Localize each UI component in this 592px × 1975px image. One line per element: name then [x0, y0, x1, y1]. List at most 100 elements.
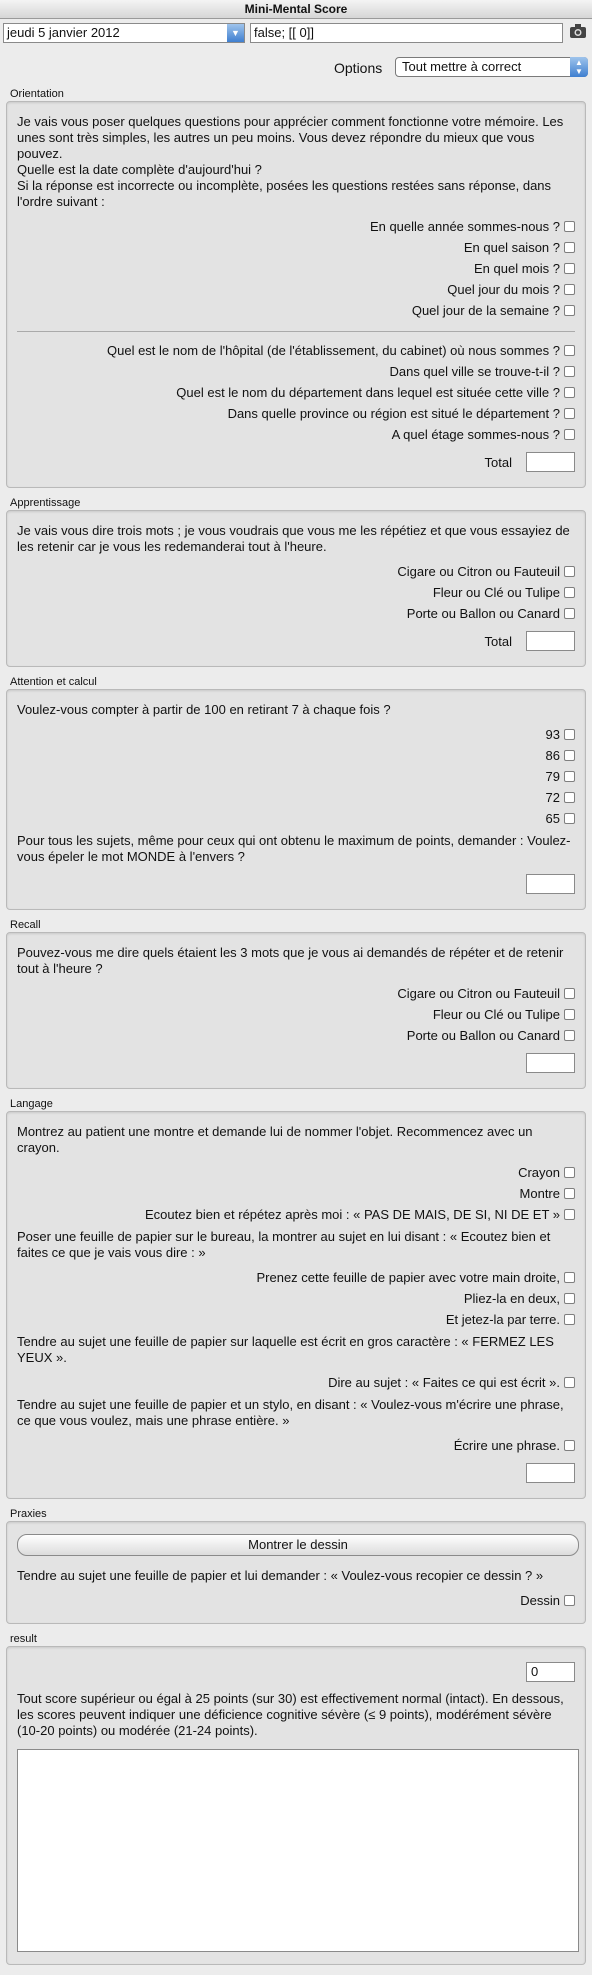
- praxies-intro: Tendre au sujet une feuille de papier et…: [17, 1568, 544, 1583]
- word-label: Fleur ou Clé ou Tulipe: [432, 1006, 560, 1022]
- value-field[interactable]: false; [[ 0]]: [250, 23, 563, 43]
- question-row: Quel est le nom de l'hôpital (de l'établ…: [17, 340, 575, 361]
- total-row: Total: [17, 449, 575, 475]
- date-picker[interactable]: jeudi 5 janvier 2012 ▼: [3, 23, 245, 43]
- calc-checkbox[interactable]: [564, 813, 575, 824]
- task-row: Écrire une phrase.: [17, 1435, 575, 1456]
- total-row: Total: [17, 628, 575, 654]
- calc-label: 79: [545, 768, 560, 784]
- question-checkbox[interactable]: [564, 387, 575, 398]
- calc-label: 65: [545, 810, 560, 826]
- monde-instruction: Pour tous les sujets, même pour ceux qui…: [17, 833, 571, 864]
- camera-icon[interactable]: [568, 23, 588, 43]
- score-field[interactable]: 0: [526, 1662, 575, 1682]
- options-select[interactable]: Tout mettre à correct ▲ ▼: [395, 57, 588, 77]
- question-checkbox[interactable]: [564, 366, 575, 377]
- question-checkbox[interactable]: [564, 221, 575, 232]
- total-label: Total: [484, 633, 512, 649]
- task-checkbox[interactable]: [564, 1440, 575, 1451]
- word-checkbox[interactable]: [564, 566, 575, 577]
- task-checkbox[interactable]: [564, 1293, 575, 1304]
- toolbar: jeudi 5 janvier 2012 ▼ false; [[ 0]]: [0, 19, 592, 47]
- calc-row: 65: [17, 808, 575, 829]
- result-textarea[interactable]: [17, 1749, 579, 1952]
- score-row: 0: [17, 1659, 575, 1685]
- question-label: Quel est le nom du département dans lequ…: [176, 384, 560, 400]
- task-label: Ecoutez bien et répétez après moi : « PA…: [145, 1206, 560, 1222]
- task-row: Prenez cette feuille de papier avec votr…: [17, 1267, 575, 1288]
- task-row: Montre: [17, 1183, 575, 1204]
- recall-total-field[interactable]: [526, 1053, 575, 1073]
- calc-checkbox[interactable]: [564, 792, 575, 803]
- task-checkbox[interactable]: [564, 1209, 575, 1220]
- calc-checkbox[interactable]: [564, 729, 575, 740]
- task-label: Prenez cette feuille de papier avec votr…: [256, 1269, 560, 1285]
- question-row: En quel saison ?: [17, 237, 575, 258]
- total-label: Total: [484, 454, 512, 470]
- calc-row: 79: [17, 766, 575, 787]
- total-row: [17, 871, 575, 897]
- question-row: En quelle année sommes-nous ?: [17, 216, 575, 237]
- task-label: Et jetez-la par terre.: [445, 1311, 560, 1327]
- monde-score-field[interactable]: [526, 874, 575, 894]
- word-checkbox[interactable]: [564, 988, 575, 999]
- word-checkbox[interactable]: [564, 587, 575, 598]
- word-checkbox[interactable]: [564, 608, 575, 619]
- feuille-instruction: Poser une feuille de papier sur le burea…: [17, 1229, 551, 1260]
- word-row: Porte ou Ballon ou Canard: [17, 603, 575, 624]
- question-row: Quel jour du mois ?: [17, 279, 575, 300]
- show-drawing-button[interactable]: Montrer le dessin: [17, 1534, 579, 1556]
- task-row: Et jetez-la par terre.: [17, 1309, 575, 1330]
- question-row: Quel jour de la semaine ?: [17, 300, 575, 321]
- orientation-intro: Je vais vous poser quelques questions po…: [17, 114, 564, 161]
- section-label-recall: Recall: [10, 919, 41, 931]
- calc-checkbox[interactable]: [564, 771, 575, 782]
- task-checkbox[interactable]: [564, 1314, 575, 1325]
- task-label: Dessin: [520, 1592, 560, 1608]
- question-checkbox[interactable]: [564, 408, 575, 419]
- recall-intro: Pouvez-vous me dire quels étaient les 3 …: [17, 945, 564, 976]
- question-checkbox[interactable]: [564, 305, 575, 316]
- chevron-down-icon[interactable]: ▼: [227, 24, 244, 42]
- task-checkbox[interactable]: [564, 1167, 575, 1178]
- langage-total-field[interactable]: [526, 1463, 575, 1483]
- word-row: Fleur ou Clé ou Tulipe: [17, 1004, 575, 1025]
- question-row: Dans quelle province ou région est situé…: [17, 403, 575, 424]
- attention-panel: Voulez-vous compter à partir de 100 en r…: [6, 689, 586, 910]
- task-checkbox[interactable]: [564, 1272, 575, 1283]
- task-checkbox[interactable]: [564, 1595, 575, 1606]
- langage-panel: Montrez au patient une montre et demande…: [6, 1111, 586, 1499]
- task-checkbox[interactable]: [564, 1188, 575, 1199]
- task-label: Crayon: [518, 1164, 560, 1180]
- ecrire-instruction: Tendre au sujet une feuille de papier et…: [17, 1397, 564, 1428]
- calc-checkbox[interactable]: [564, 750, 575, 761]
- word-label: Porte ou Ballon ou Canard: [406, 1027, 560, 1043]
- calc-row: 93: [17, 724, 575, 745]
- question-checkbox[interactable]: [564, 429, 575, 440]
- word-label: Fleur ou Clé ou Tulipe: [432, 584, 560, 600]
- orientation-order-note: Si la réponse est incorrecte ou incomplè…: [17, 178, 552, 209]
- section-label-orientation: Orientation: [10, 88, 64, 100]
- question-checkbox[interactable]: [564, 345, 575, 356]
- divider: [17, 331, 575, 332]
- word-row: Fleur ou Clé ou Tulipe: [17, 582, 575, 603]
- calc-row: 86: [17, 745, 575, 766]
- word-checkbox[interactable]: [564, 1009, 575, 1020]
- question-checkbox[interactable]: [564, 263, 575, 274]
- task-checkbox[interactable]: [564, 1377, 575, 1388]
- word-label: Cigare ou Citron ou Fauteuil: [397, 985, 560, 1001]
- calc-label: 93: [545, 726, 560, 742]
- result-note: Tout score supérieur ou égal à 25 points…: [17, 1691, 564, 1738]
- question-label: A quel étage sommes-nous ?: [391, 426, 560, 442]
- word-checkbox[interactable]: [564, 1030, 575, 1041]
- date-value: jeudi 5 janvier 2012: [7, 25, 120, 40]
- question-label: Quel jour du mois ?: [447, 281, 560, 297]
- question-checkbox[interactable]: [564, 242, 575, 253]
- apprentissage-total-field[interactable]: [526, 631, 575, 651]
- window-title: Mini-Mental Score: [0, 0, 592, 19]
- task-row: Dire au sujet : « Faites ce qui est écri…: [17, 1372, 575, 1393]
- question-checkbox[interactable]: [564, 284, 575, 295]
- orientation-total-field[interactable]: [526, 452, 575, 472]
- options-label: Options: [334, 60, 383, 76]
- task-row: Pliez-la en deux,: [17, 1288, 575, 1309]
